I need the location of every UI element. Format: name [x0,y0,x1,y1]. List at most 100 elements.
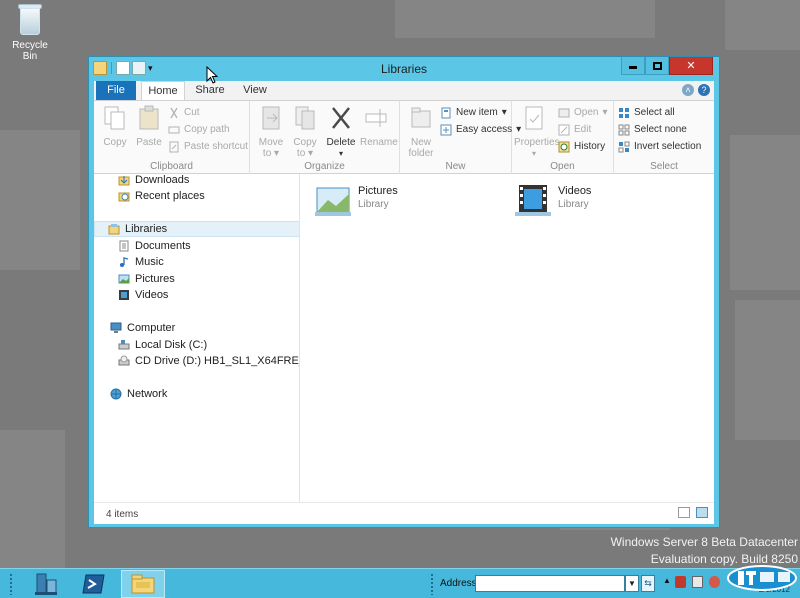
pictures-library-icon [315,187,351,216]
nav-item-cd-drive[interactable]: CD Drive (D:) HB1_SL1_X64FRE_MULTI_D [118,353,299,369]
history-button[interactable]: History [558,139,605,154]
move-to-button[interactable]: Move to ▾ [254,105,288,159]
copy-path-button[interactable]: Copy path [168,122,230,137]
recent-places-icon [118,192,130,202]
taskbar-file-explorer[interactable] [121,570,165,598]
copy-to-button[interactable]: Copy to ▾ [288,105,322,159]
copy-button[interactable]: Copy [98,105,132,148]
taskbar-powershell[interactable] [72,570,116,598]
library-item-pictures[interactable]: Pictures Library [314,182,398,218]
navigation-pane: Downloads Recent places Libraries Docume… [94,174,300,502]
nav-label-music: Music [135,256,164,268]
tab-view[interactable]: View [235,81,275,100]
taskbar-server-manager[interactable] [24,570,68,598]
library-type: Library [558,199,589,210]
recycle-bin[interactable]: Recycle Bin [4,2,56,62]
open-group: Properties ▾ Open ▾ Edit History Open [512,101,614,174]
organize-group: Move to ▾ Copy to ▾ Delete ▾ Rename Organi… [250,101,400,174]
paste-shortcut-label: Paste shortcut [184,141,248,152]
history-label: History [574,141,606,152]
nav-label-network: Network [127,388,168,400]
desktop-tile [735,300,800,440]
paste-shortcut-button[interactable]: Paste shortcut [168,139,248,154]
select-none-button[interactable]: Select none [618,122,687,137]
address-toolbar-label: Address [440,578,477,589]
expand-ribbon-icon[interactable]: ˄ [682,84,694,96]
nav-item-libraries[interactable]: Libraries [94,221,299,237]
documents-icon [119,240,129,252]
maximize-icon [652,61,662,70]
new-folder-icon [411,107,431,128]
select-group: Select all Select none Invert selection … [614,101,714,174]
tab-file[interactable]: File [96,81,136,100]
new-group-label: New [445,161,466,172]
move-to-label-2: to [262,148,272,159]
paste-label: Paste [136,137,162,148]
nav-item-recent-places[interactable]: Recent places [118,188,205,204]
taskbar-grip-icon[interactable] [9,573,13,595]
delete-button[interactable]: Delete ▾ [324,105,358,159]
new-folder-label: New [410,137,431,148]
new-group: New folder New item ▾ Easy access ▾ New [400,101,521,174]
new-item-button[interactable]: New item ▾ [440,105,507,120]
copy-to-icon [295,106,315,130]
nav-item-local-disk[interactable]: Local Disk (C:) [118,337,207,353]
maximize-button[interactable] [645,57,669,75]
cut-label: Cut [184,107,200,118]
properties-button[interactable]: Properties ▾ [514,105,560,159]
nav-label-libraries: Libraries [125,223,168,235]
taskbar: Address ▼ ⇆ ▲ 2/1/2012 [0,568,800,598]
help-icon[interactable]: ? [698,84,710,96]
nav-item-music[interactable]: Music [118,254,164,270]
cut-button[interactable]: Cut [168,105,200,120]
paste-button[interactable]: Paste [132,105,166,148]
nav-item-videos[interactable]: Videos [118,287,168,303]
paste-icon [139,105,159,130]
toolbar-grip-icon[interactable] [430,573,434,595]
nav-item-documents[interactable]: Documents [118,238,191,254]
invert-selection-label: Invert selection [634,141,702,152]
select-none-icon [618,124,630,135]
network-tray-icon[interactable] [692,576,703,588]
nav-label-cd-drive: CD Drive (D:) HB1_SL1_X64FRE_MULTI_D [135,355,299,367]
nav-item-computer[interactable]: Computer [110,320,175,336]
watermark-line1: Windows Server 8 Beta Datacenter [610,535,798,549]
videos-library-icon [515,185,551,216]
invert-selection-button[interactable]: Invert selection [618,139,701,154]
large-icons-view-icon[interactable] [696,507,708,518]
close-button[interactable]: ✕ [669,57,713,75]
select-none-label: Select none [634,124,687,135]
easy-access-button[interactable]: Easy access ▾ [440,122,521,137]
nav-label-pictures: Pictures [135,273,175,285]
server-manager-icon [35,573,57,595]
address-dropdown-icon[interactable]: ▼ [625,575,639,592]
action-center-icon[interactable] [675,576,686,588]
new-folder-button[interactable]: New folder [404,105,438,159]
desktop-tile [730,135,800,290]
library-name: Pictures [358,185,398,197]
details-view-icon[interactable] [678,507,690,518]
title-bar[interactable]: ▾ Libraries ✕ [89,57,719,81]
desktop-tile [0,430,65,568]
open-button[interactable]: Open ▾ [558,105,608,120]
libraries-icon [108,224,120,235]
videos-icon [119,290,129,300]
rename-button[interactable]: Rename [360,105,398,148]
minimize-button[interactable] [621,57,645,75]
show-hidden-icons-icon[interactable]: ▲ [663,576,671,588]
volume-icon[interactable] [709,576,720,588]
move-to-icon [262,106,280,130]
address-input[interactable] [475,575,625,592]
tab-home[interactable]: Home [141,81,185,101]
nav-item-downloads[interactable]: Downloads [118,174,189,188]
library-item-videos[interactable]: Videos Library [514,182,591,218]
address-go-button[interactable]: ⇆ [641,575,655,592]
file-explorer-icon [131,574,155,594]
edit-button[interactable]: Edit [558,122,591,137]
nav-item-network[interactable]: Network [110,386,167,402]
select-all-button[interactable]: Select all [618,105,675,120]
nav-item-pictures[interactable]: Pictures [118,271,175,287]
close-icon: ✕ [686,60,696,72]
easy-access-icon [440,124,452,135]
recycle-bin-icon [17,2,43,36]
